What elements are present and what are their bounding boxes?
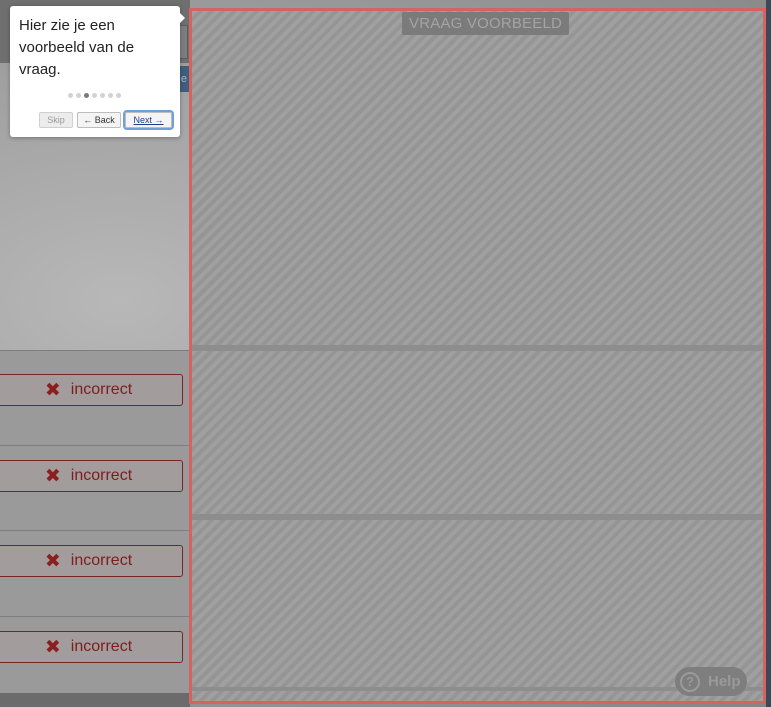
- answer-row: ✖ incorrect: [0, 530, 190, 617]
- right-edge-bar: [766, 0, 771, 707]
- step-dot[interactable]: [68, 93, 73, 98]
- x-icon: ✖: [44, 549, 61, 572]
- answer-row: ✖ incorrect: [0, 445, 190, 532]
- step-dot-active[interactable]: [84, 93, 89, 98]
- left-tab-label: e: [180, 73, 187, 85]
- answer-option[interactable]: ✖ incorrect: [0, 545, 183, 577]
- step-dot[interactable]: [100, 93, 105, 98]
- help-label: Help: [708, 673, 741, 690]
- answer-label: incorrect: [70, 381, 133, 398]
- answer-label: incorrect: [70, 467, 133, 484]
- tour-pointer-arrow: [180, 13, 185, 23]
- x-icon: ✖: [44, 635, 61, 658]
- preview-divider: [192, 514, 763, 520]
- step-dot[interactable]: [76, 93, 81, 98]
- tour-text: Hier zie je een voorbeeld van de vraag.: [19, 17, 135, 78]
- help-button[interactable]: ? Help: [675, 667, 747, 696]
- step-dot[interactable]: [92, 93, 97, 98]
- x-icon: ✖: [44, 464, 61, 487]
- preview-divider: [192, 345, 763, 351]
- answer-label: incorrect: [70, 552, 133, 569]
- step-dot[interactable]: [116, 93, 121, 98]
- answer-label: incorrect: [70, 638, 133, 655]
- tour-popover: Hier zie je een voorbeeld van de vraag. …: [10, 6, 180, 137]
- tour-next-button[interactable]: Next →: [123, 110, 174, 130]
- app-root: e ✖ incorrect ✖ incorrect ✖ incorrect ✖ …: [0, 0, 771, 707]
- answers-panel: ✖ incorrect ✖ incorrect ✖ incorrect ✖ in…: [0, 350, 190, 695]
- preview-badge: VRAAG VOORBEELD: [402, 12, 570, 35]
- step-dot[interactable]: [108, 93, 113, 98]
- tour-step-dots: [68, 93, 121, 98]
- tour-skip-button[interactable]: Skip: [39, 112, 73, 128]
- question-preview-frame: VRAAG VOORBEELD: [189, 8, 766, 704]
- answer-option[interactable]: ✖ incorrect: [0, 460, 183, 492]
- question-circle-icon: ?: [680, 671, 700, 692]
- tour-back-button[interactable]: ← Back: [77, 112, 121, 128]
- x-icon: ✖: [44, 378, 61, 401]
- left-bottom-bar: [0, 693, 190, 707]
- answer-row: ✖ incorrect: [0, 616, 190, 703]
- answer-row: ✖ incorrect: [0, 350, 190, 437]
- answer-option[interactable]: ✖ incorrect: [0, 631, 183, 663]
- answer-option[interactable]: ✖ incorrect: [0, 374, 183, 406]
